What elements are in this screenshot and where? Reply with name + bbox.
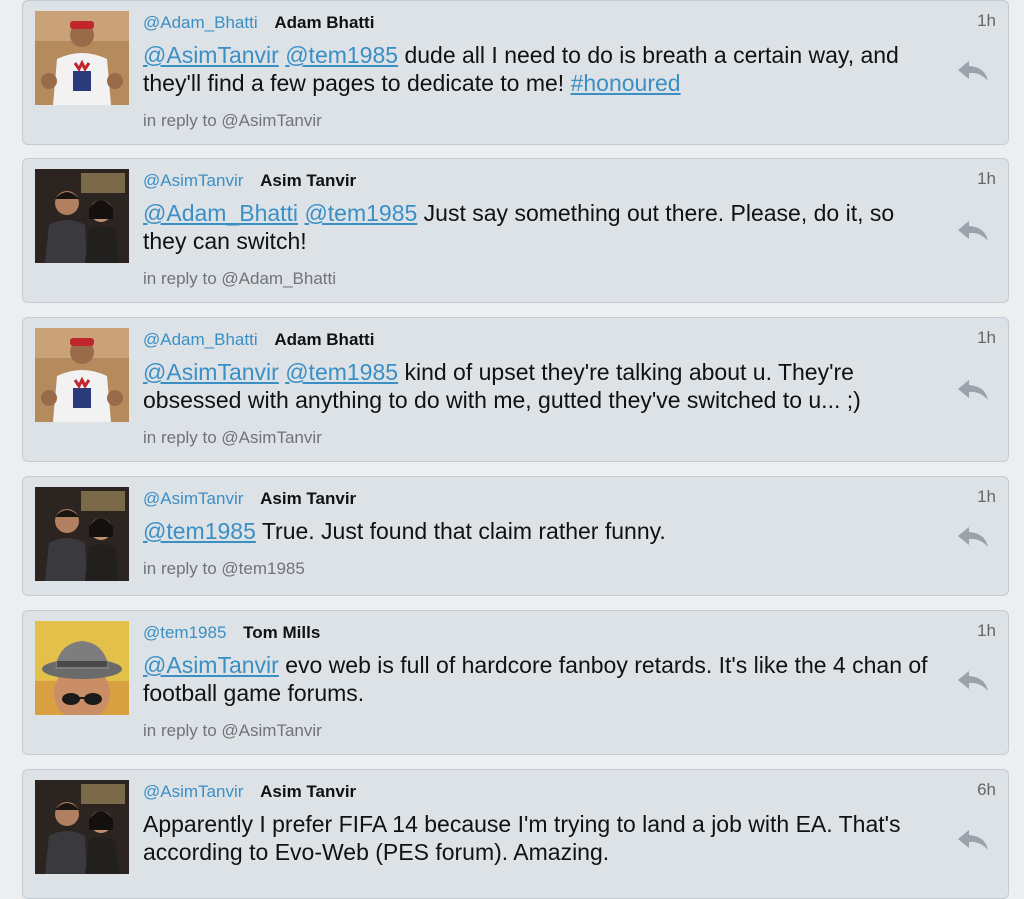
tweet-item[interactable]: @tem1985 Tom Mills 1h @AsimTanvir evo we… [22, 610, 1009, 755]
avatar-asim [35, 487, 129, 581]
avatar-asim [35, 169, 129, 263]
tweet-text: @AsimTanvir @tem1985 dude all I need to … [143, 41, 943, 97]
user-name[interactable]: Adam Bhatti [274, 13, 374, 32]
user-handle[interactable]: @Adam_Bhatti [143, 330, 258, 349]
user-handle[interactable]: @AsimTanvir [143, 489, 243, 508]
timestamp: 6h [977, 780, 996, 799]
tweet-text: @AsimTanvir evo web is full of hardcore … [143, 651, 943, 707]
tweet-item[interactable]: @AsimTanvir Asim Tanvir 6h Apparently I … [22, 769, 1009, 899]
tweet-header: @Adam_Bhatti Adam Bhatti [143, 330, 374, 350]
tweet-header: @AsimTanvir Asim Tanvir [143, 489, 356, 509]
tweet-text: @AsimTanvir @tem1985 kind of upset they'… [143, 358, 943, 414]
tweet-text: @tem1985 True. Just found that claim rat… [143, 517, 943, 545]
mention-link[interactable]: @AsimTanvir [143, 652, 279, 678]
tweet-item[interactable]: @AsimTanvir Asim Tanvir 1h @Adam_Bhatti … [22, 158, 1009, 303]
mention-link[interactable]: @tem1985 [304, 200, 417, 226]
avatar[interactable] [35, 169, 129, 263]
user-name[interactable]: Asim Tanvir [260, 171, 356, 190]
reply-arrow-icon[interactable] [956, 669, 990, 693]
in-reply-to[interactable]: in reply to @tem1985 [143, 559, 305, 579]
in-reply-to[interactable]: in reply to @AsimTanvir [143, 721, 322, 741]
mention-link[interactable]: @tem1985 [143, 518, 256, 544]
in-reply-to[interactable]: in reply to @AsimTanvir [143, 111, 322, 131]
tweet-header: @Adam_Bhatti Adam Bhatti [143, 13, 374, 33]
tweet-item[interactable]: @Adam_Bhatti Adam Bhatti 1h @AsimTanvir … [22, 317, 1009, 462]
reply-arrow-icon[interactable] [956, 378, 990, 402]
tweet-header: @tem1985 Tom Mills [143, 623, 320, 643]
user-handle[interactable]: @tem1985 [143, 623, 226, 642]
avatar[interactable] [35, 780, 129, 874]
timestamp: 1h [977, 328, 996, 347]
reply-arrow-icon[interactable] [956, 59, 990, 83]
timestamp: 1h [977, 169, 996, 188]
timestamp: 1h [977, 621, 996, 640]
user-name[interactable]: Adam Bhatti [274, 330, 374, 349]
mention-link[interactable]: @Adam_Bhatti [143, 200, 298, 226]
avatar-adam [35, 328, 129, 422]
mention-link[interactable]: @tem1985 [285, 359, 398, 385]
tweet-item[interactable]: @AsimTanvir Asim Tanvir 1h @tem1985 True… [22, 476, 1009, 596]
reply-arrow-icon[interactable] [956, 828, 990, 852]
tweet-header: @AsimTanvir Asim Tanvir [143, 171, 356, 191]
hashtag-link[interactable]: #honoured [571, 70, 681, 96]
avatar[interactable] [35, 487, 129, 581]
mention-link[interactable]: @tem1985 [285, 42, 398, 68]
user-name[interactable]: Tom Mills [243, 623, 320, 642]
tweet-feed: @Adam_Bhatti Adam Bhatti 1h @AsimTanvir … [0, 0, 1024, 899]
user-handle[interactable]: @AsimTanvir [143, 171, 243, 190]
in-reply-to[interactable]: in reply to @Adam_Bhatti [143, 269, 336, 289]
mention-link[interactable]: @AsimTanvir [143, 42, 279, 68]
tweet-item[interactable]: @Adam_Bhatti Adam Bhatti 1h @AsimTanvir … [22, 0, 1009, 145]
in-reply-to[interactable]: in reply to @AsimTanvir [143, 428, 322, 448]
avatar[interactable] [35, 328, 129, 422]
timestamp: 1h [977, 487, 996, 506]
reply-arrow-icon[interactable] [956, 219, 990, 243]
avatar-tom [35, 621, 129, 715]
tweet-text: Apparently I prefer FIFA 14 because I'm … [143, 810, 943, 866]
avatar[interactable] [35, 621, 129, 715]
mention-link[interactable]: @AsimTanvir [143, 359, 279, 385]
tweet-text: @Adam_Bhatti @tem1985 Just say something… [143, 199, 943, 255]
user-name[interactable]: Asim Tanvir [260, 489, 356, 508]
timestamp: 1h [977, 11, 996, 30]
tweet-header: @AsimTanvir Asim Tanvir [143, 782, 356, 802]
user-name[interactable]: Asim Tanvir [260, 782, 356, 801]
reply-arrow-icon[interactable] [956, 525, 990, 549]
tweet-body: True. Just found that claim rather funny… [255, 518, 666, 544]
avatar-asim [35, 780, 129, 874]
tweet-body: Apparently I prefer FIFA 14 because I'm … [143, 811, 901, 865]
avatar-adam [35, 11, 129, 105]
user-handle[interactable]: @AsimTanvir [143, 782, 243, 801]
avatar[interactable] [35, 11, 129, 105]
user-handle[interactable]: @Adam_Bhatti [143, 13, 258, 32]
